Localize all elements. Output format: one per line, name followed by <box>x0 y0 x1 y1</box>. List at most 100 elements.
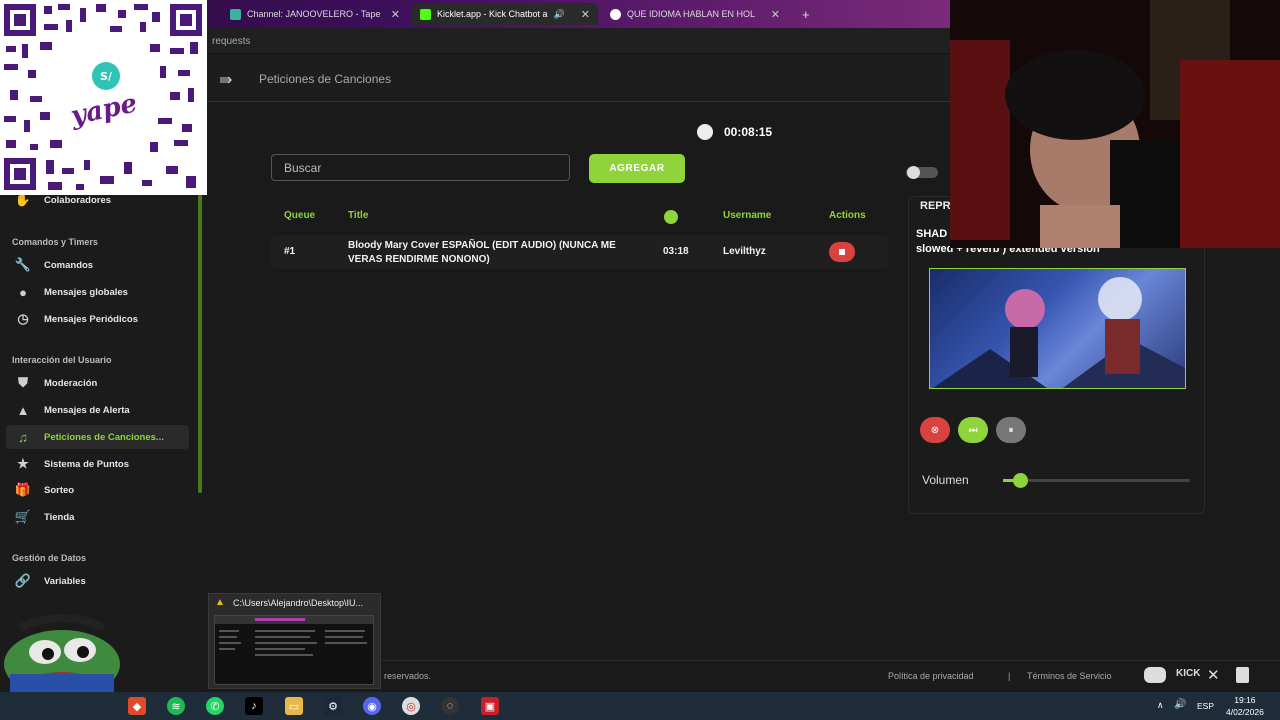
browser-tab-2[interactable]: Kicklet.app - Kick Chatbot a 🔊 ✕ <box>412 3 598 25</box>
player-label: REPR <box>920 200 951 212</box>
browser-tab-1[interactable]: Channel: JANOOVELERO - Tape ✕ <box>222 3 408 25</box>
pause-button[interactable]: ⏸ <box>996 417 1026 443</box>
tab-title: Kicklet.app - Kick Chatbot a <box>437 9 548 19</box>
new-tab-button[interactable]: + <box>794 3 816 25</box>
sidebar-item-tienda[interactable]: 🛒 Tienda <box>6 505 189 529</box>
preview-image <box>215 616 373 656</box>
sidebar-item-label: Sistema de Puntos <box>44 458 129 470</box>
close-icon[interactable]: ✕ <box>771 8 780 21</box>
obs-icon[interactable]: ◌ <box>441 697 459 715</box>
warning-icon: ▲ <box>215 597 225 608</box>
pepe-image <box>0 604 124 692</box>
warning-icon: ▲ <box>16 402 30 418</box>
video-thumbnail <box>929 268 1186 389</box>
volume-tray-icon[interactable]: 🔊 <box>1174 699 1186 710</box>
sidebar-item-moderacion[interactable]: ⛊ Moderación <box>6 371 189 395</box>
app-icon[interactable]: ▣ <box>481 697 499 715</box>
remove-song-button[interactable] <box>829 242 855 262</box>
duration-clock-icon <box>664 210 678 224</box>
menu-toggle-icon[interactable]: ⇛ <box>219 70 232 90</box>
sidebar-item-label: Moderación <box>44 377 98 389</box>
wrench-icon: 🔧 <box>14 257 32 272</box>
sidebar-item-mensajes-periodicos[interactable]: ◷ Mensajes Periódicos <box>6 307 189 331</box>
sidebar-item-comandos[interactable]: 🔧 Comandos <box>6 253 189 277</box>
sidebar-item-label: Tienda <box>44 511 75 523</box>
clock-icon: ◷ <box>17 311 29 326</box>
language-indicator[interactable]: ESP <box>1197 701 1214 711</box>
sidebar-section-title: Gestión de Datos <box>12 553 87 563</box>
chat-bubble-icon: ● <box>19 284 27 300</box>
chrome-icon[interactable]: ◎ <box>402 697 420 715</box>
webcam-overlay <box>950 0 1280 248</box>
sidebar-item-label: Mensajes Periódicos <box>44 313 138 325</box>
sidebar-item-label: Mensajes de Alerta <box>44 404 130 416</box>
sidebar-item-variables[interactable]: 🔗 Variables <box>6 569 189 593</box>
sidebar-item-sorteo[interactable]: 🎁 Sorteo <box>6 478 189 502</box>
volume-label: Volumen <box>922 473 969 487</box>
close-circle-icon: ⊗ <box>930 424 940 436</box>
webcam-feed <box>950 0 1280 248</box>
close-icon[interactable]: ✕ <box>581 8 590 21</box>
system-clock[interactable]: 19:16 4/02/2026 <box>1226 694 1264 718</box>
column-header-username: Username <box>723 210 772 221</box>
discord-icon[interactable] <box>1144 667 1166 683</box>
whatsapp-icon[interactable]: ✆ <box>206 697 224 715</box>
privacy-link[interactable]: Política de privacidad <box>888 671 974 681</box>
link-icon: 🔗 <box>14 573 32 588</box>
file-explorer-icon[interactable]: ▭ <box>285 697 303 715</box>
volume-slider-knob[interactable] <box>1013 473 1028 488</box>
window-preview-thumbnail <box>214 615 374 685</box>
queue-position: #1 <box>284 246 296 257</box>
column-header-title: Title <box>348 210 369 221</box>
volume-slider-track[interactable] <box>1003 479 1190 482</box>
terms-link[interactable]: Términos de Servicio <box>1027 671 1112 681</box>
add-button[interactable]: AGREGAR <box>589 154 685 183</box>
document-icon[interactable] <box>1236 667 1249 683</box>
column-header-actions: Actions <box>829 210 866 221</box>
sidebar-item-label: Comandos <box>44 259 94 271</box>
sidebar-item-peticiones-canciones[interactable]: ♫ Peticiones de Canciones... <box>6 425 189 449</box>
footer-rights: reservados. <box>384 671 432 681</box>
popup-title: C:\Users\Alejandro\Desktop\IU... <box>233 598 364 608</box>
star-icon: ★ <box>17 456 29 471</box>
footer-separator: | <box>1008 671 1011 681</box>
sidebar-scrollbar[interactable] <box>198 195 202 493</box>
session-timer: 00:08:15 <box>724 125 773 139</box>
skip-cancel-button[interactable]: ⊗ <box>920 417 950 443</box>
sidebar-item-label: Colaboradores <box>44 194 112 206</box>
thumbnail-art <box>932 277 1185 388</box>
spotify-icon[interactable]: ≋ <box>167 697 185 715</box>
pepe-emote-overlay <box>0 604 124 692</box>
yape-qr-code: S/ yape <box>0 0 207 195</box>
close-icon[interactable]: ✕ <box>391 8 400 21</box>
search-input[interactable] <box>271 154 570 181</box>
music-note-icon: ♫ <box>18 429 28 445</box>
column-header-queue: Queue <box>284 210 316 221</box>
pause-icon: ⏸ <box>1008 424 1014 436</box>
sidebar-item-mensajes-globales[interactable]: ● Mensajes globales <box>6 280 189 304</box>
gift-icon: 🎁 <box>14 482 32 497</box>
speaker-icon[interactable]: 🔊 <box>554 9 565 20</box>
autoplay-toggle[interactable] <box>906 166 938 179</box>
browser-tab-3[interactable]: QUE IDIOMA HABLAN EN HOL ✕ <box>602 3 788 25</box>
tray-chevron-icon[interactable]: ∧ <box>1157 700 1164 711</box>
steam-icon[interactable]: ⚙ <box>324 697 342 715</box>
brave-icon[interactable]: ◆ <box>128 697 146 715</box>
sidebar-item-label: Sorteo <box>44 484 75 496</box>
sidebar-section-title: Interacción del Usuario <box>12 355 112 365</box>
sidebar-section-title: Comandos y Timers <box>12 237 98 247</box>
next-track-icon: ⏭ <box>968 424 978 436</box>
sidebar-item-sistema-puntos[interactable]: ★ Sistema de Puntos <box>6 452 189 476</box>
app-header: ⇛ Peticiones de Canciones <box>207 54 950 102</box>
next-button[interactable]: ⏭ <box>958 417 988 443</box>
kick-icon[interactable]: KICK <box>1176 668 1200 679</box>
qr-code-image: S/ yape <box>0 0 207 195</box>
sidebar-item-label: Variables <box>44 575 86 587</box>
x-twitter-icon[interactable]: ✕ <box>1207 666 1220 684</box>
discord-taskbar-icon[interactable]: ◉ <box>363 697 381 715</box>
sidebar-item-mensajes-alerta[interactable]: ▲ Mensajes de Alerta <box>6 398 189 422</box>
tiktok-icon[interactable]: ♪ <box>245 697 263 715</box>
sidebar-item-label: Mensajes globales <box>44 286 128 298</box>
page-title: Peticiones de Canciones <box>259 72 392 86</box>
shield-icon: ⛊ <box>18 375 28 390</box>
